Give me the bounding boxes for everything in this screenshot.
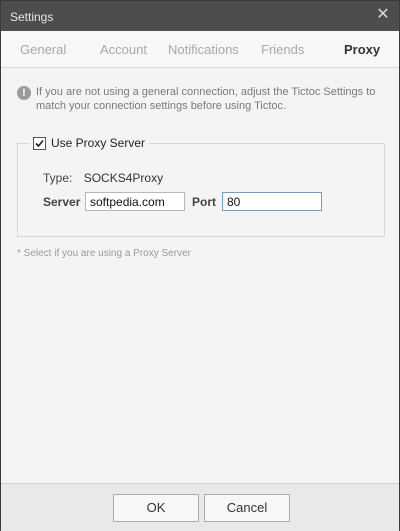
title-bar[interactable]: Settings ✕ bbox=[1, 1, 399, 31]
tab-friends[interactable]: Friends bbox=[261, 42, 304, 57]
info-icon: ! bbox=[17, 86, 31, 100]
server-input[interactable] bbox=[85, 192, 185, 211]
use-proxy-label: Use Proxy Server bbox=[51, 136, 146, 150]
server-label: Server bbox=[43, 195, 81, 209]
cancel-button[interactable]: Cancel bbox=[204, 494, 290, 522]
close-icon[interactable]: ✕ bbox=[375, 6, 391, 24]
type-label: Type: bbox=[43, 171, 73, 185]
type-value: SOCKS4Proxy bbox=[83, 171, 164, 185]
use-proxy-toggle[interactable]: Use Proxy Server bbox=[29, 134, 150, 152]
use-proxy-checkbox[interactable] bbox=[33, 136, 46, 150]
port-label: Port bbox=[192, 195, 216, 209]
ok-button[interactable]: OK bbox=[113, 494, 199, 522]
info-text: If you are not using a general connectio… bbox=[36, 86, 376, 112]
window-title: Settings bbox=[10, 10, 54, 24]
proxy-type-row: Type: SOCKS4Proxy bbox=[43, 171, 163, 185]
checkmark-icon bbox=[35, 139, 44, 147]
tab-notifications[interactable]: Notifications bbox=[168, 42, 239, 57]
proxy-hint: * Select if you are using a Proxy Server bbox=[17, 248, 191, 259]
port-input[interactable] bbox=[222, 192, 322, 211]
tab-bar: General Account Notifications Friends Pr… bbox=[1, 31, 399, 68]
tab-general[interactable]: General bbox=[20, 42, 66, 57]
footer-bar: OK Cancel bbox=[1, 483, 399, 531]
tab-proxy[interactable]: Proxy bbox=[344, 42, 380, 57]
settings-window: Settings ✕ General Account Notifications… bbox=[0, 0, 400, 531]
tab-account[interactable]: Account bbox=[100, 42, 147, 57]
proxy-groupbox bbox=[17, 143, 385, 237]
